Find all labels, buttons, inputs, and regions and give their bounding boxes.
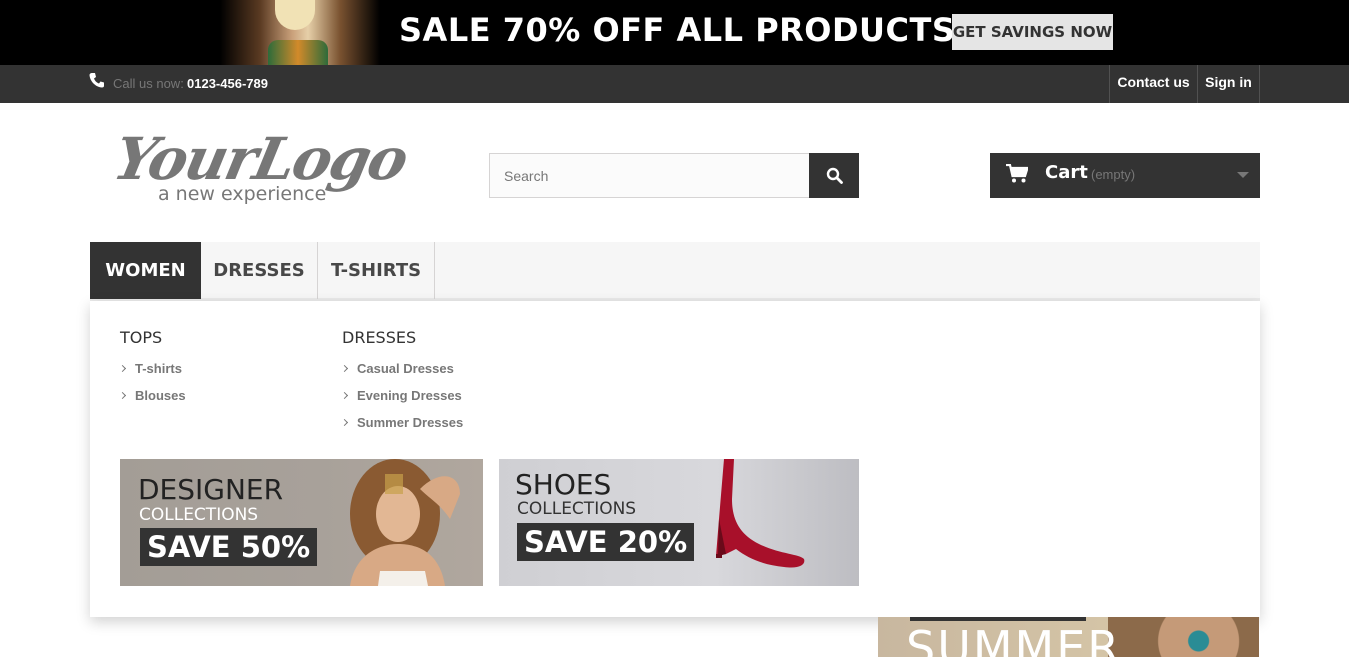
chevron-right-icon bbox=[340, 364, 349, 373]
category-title-dresses[interactable]: DRESSES bbox=[342, 328, 416, 347]
designer-collections-banner[interactable]: DESIGNER COLLECTIONS SAVE 50% bbox=[120, 459, 483, 586]
women-dropdown-panel: TOPS T-shirts Blouses DRESSES Casual Dre… bbox=[90, 301, 1260, 617]
model-photo bbox=[1108, 617, 1259, 657]
site-logo[interactable]: YourLogo a new experience bbox=[108, 125, 413, 210]
search-input[interactable] bbox=[490, 154, 810, 197]
promo-headline: SALE 70% OFF ALL PRODUCTS bbox=[399, 11, 956, 49]
chevron-down-icon bbox=[1237, 172, 1249, 178]
cart-icon bbox=[1006, 164, 1028, 183]
banner-subheadline: COLLECTIONS bbox=[517, 499, 637, 519]
search-button[interactable] bbox=[809, 153, 859, 198]
search-field[interactable] bbox=[489, 153, 810, 198]
call-us-label: Call us now: bbox=[113, 76, 184, 91]
banner-headline: SHOES bbox=[515, 468, 612, 501]
get-savings-button[interactable]: GET SAVINGS NOW bbox=[952, 14, 1113, 50]
phone-icon bbox=[89, 73, 104, 88]
submenu-link-tshirts[interactable]: T-shirts bbox=[118, 361, 182, 376]
category-title-tops[interactable]: TOPS bbox=[120, 328, 162, 347]
sign-in-link[interactable]: Sign in bbox=[1197, 65, 1260, 103]
cart-status: (empty) bbox=[1091, 167, 1136, 182]
contact-us-link[interactable]: Contact us bbox=[1109, 65, 1197, 103]
menu-item-dresses[interactable]: DRESSES bbox=[201, 242, 318, 299]
search-icon bbox=[826, 167, 843, 184]
summer-banner[interactable]: SUMMER bbox=[878, 617, 1259, 657]
main-menu: WOMEN DRESSES T-SHIRTS bbox=[90, 242, 1260, 301]
phone-number: 0123-456-789 bbox=[187, 76, 268, 91]
banner-offer: SAVE 20% bbox=[517, 523, 695, 561]
cart-label: Cart bbox=[1045, 162, 1088, 183]
menu-item-tshirts[interactable]: T-SHIRTS bbox=[318, 242, 435, 299]
banner-offer: SAVE 50% bbox=[140, 528, 318, 566]
promo-banner[interactable]: SALE 70% OFF ALL PRODUCTS GET SAVINGS NO… bbox=[0, 0, 1349, 65]
banner-subheadline: COLLECTIONS bbox=[139, 505, 259, 525]
red-heel-image bbox=[716, 459, 805, 568]
banner-headline: DESIGNER bbox=[138, 473, 284, 506]
cart-button[interactable]: Cart (empty) bbox=[990, 153, 1260, 198]
submenu-link-casual-dresses[interactable]: Casual Dresses bbox=[340, 361, 454, 376]
logo-tagline: a new experience bbox=[158, 183, 327, 205]
model-photo bbox=[350, 459, 460, 586]
menu-item-women[interactable]: WOMEN bbox=[90, 242, 201, 299]
submenu-link-blouses[interactable]: Blouses bbox=[118, 388, 186, 403]
submenu-link-summer-dresses[interactable]: Summer Dresses bbox=[340, 415, 463, 430]
promo-model-image bbox=[220, 0, 380, 65]
chevron-right-icon bbox=[340, 391, 349, 400]
shoes-collections-banner[interactable]: SHOES COLLECTIONS SAVE 20% bbox=[499, 459, 859, 586]
summer-banner-title: SUMMER bbox=[906, 621, 1122, 657]
chevron-right-icon bbox=[118, 391, 127, 400]
chevron-right-icon bbox=[340, 418, 349, 427]
submenu-link-evening-dresses[interactable]: Evening Dresses bbox=[340, 388, 462, 403]
chevron-right-icon bbox=[118, 364, 127, 373]
